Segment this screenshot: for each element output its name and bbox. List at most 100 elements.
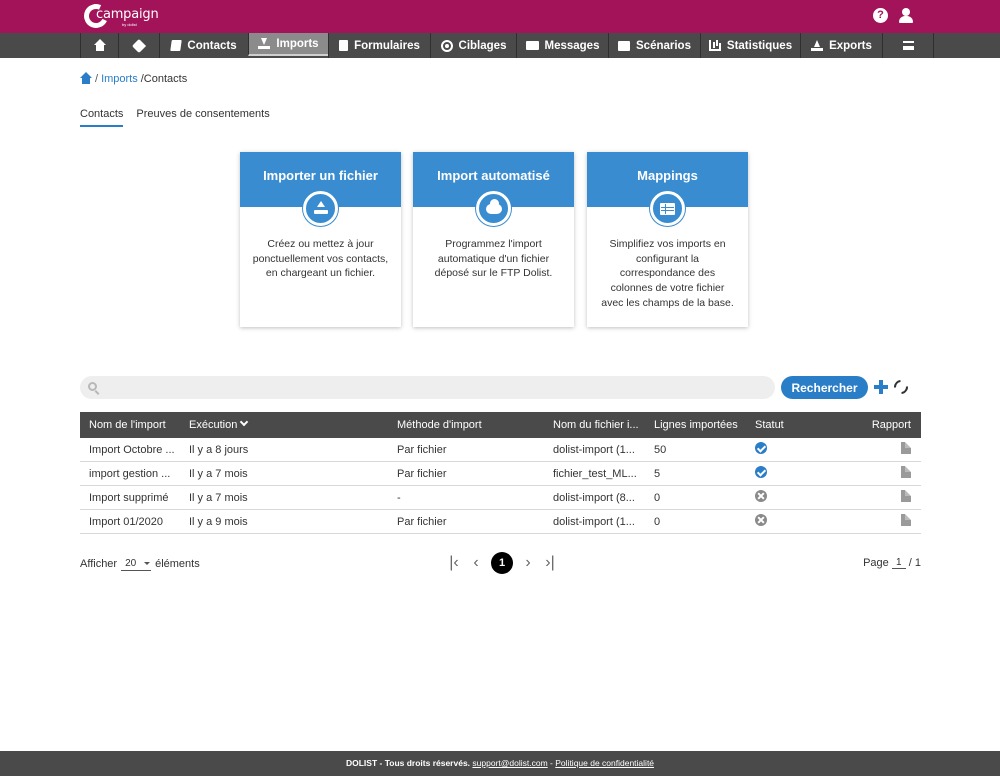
page-size-select[interactable]: 20	[121, 557, 152, 571]
page-info: Page 1 / 1	[863, 557, 921, 569]
user-icon[interactable]	[899, 8, 913, 23]
cell-method: -	[397, 491, 401, 504]
nav-item-ciblages[interactable]: Ciblages	[430, 33, 516, 58]
cell-status	[746, 490, 806, 505]
nav-item-tags[interactable]	[118, 33, 159, 58]
nav-item-statistiques[interactable]: Statistiques	[700, 33, 800, 58]
next-page-icon[interactable]: ›	[521, 554, 535, 572]
card-mappings[interactable]: Mappings Simplifiez vos imports en confi…	[587, 152, 748, 327]
chevron-down-icon	[240, 419, 249, 427]
bar-chart-icon	[708, 40, 721, 51]
home-icon[interactable]	[80, 72, 92, 84]
col-header-method[interactable]: Méthode d'import	[388, 419, 544, 431]
logo-text: campaign	[96, 7, 159, 22]
add-icon[interactable]	[874, 380, 888, 394]
upload-icon	[313, 200, 328, 215]
cloud-icon	[485, 198, 502, 214]
table-row[interactable]: Import 01/2020 Il y a 9 mois Par fichier…	[80, 510, 921, 534]
first-page-icon[interactable]: |‹	[447, 554, 461, 572]
tab-consent-proofs[interactable]: Preuves de consentements	[136, 108, 269, 127]
target-icon	[440, 39, 453, 52]
cell-file: dolist-import (8...	[553, 491, 635, 504]
col-header-exec[interactable]: Exécution	[180, 419, 388, 431]
cell-method: Par fichier	[397, 467, 447, 480]
envelope-icon	[525, 41, 539, 50]
card-icon-circle	[303, 191, 338, 226]
footer-privacy-link[interactable]: Politique de confidentialité	[555, 758, 654, 768]
cell-file: dolist-import (1...	[553, 443, 635, 456]
cell-method: Par fichier	[397, 443, 447, 456]
imports-table: Nom de l'import Exécution Méthode d'impo…	[80, 412, 921, 534]
cell-report	[806, 442, 921, 457]
col-header-name[interactable]: Nom de l'import	[80, 419, 180, 431]
x-circle-icon	[755, 490, 767, 502]
card-auto-import[interactable]: Import automatisé Programmez l'import au…	[413, 152, 574, 327]
cell-status	[746, 466, 806, 481]
breadcrumb-imports-link[interactable]: Imports	[101, 73, 138, 85]
col-header-file[interactable]: Nom du fichier i...	[544, 419, 645, 431]
footer-copyright: DOLIST - Tous droits réservés.	[345, 758, 471, 768]
breadcrumb-current: /Contacts	[140, 73, 188, 85]
table-row[interactable]: Import supprimé Il y a 7 mois - dolist-i…	[80, 486, 921, 510]
nav-item-menu[interactable]	[882, 33, 934, 58]
cell-lines: 0	[654, 515, 661, 528]
help-icon[interactable]: ?	[873, 8, 888, 23]
table-row[interactable]: import gestion ... Il y a 7 mois Par fic…	[80, 462, 921, 486]
refresh-icon[interactable]	[891, 377, 911, 397]
cell-name: Import 01/2020	[89, 515, 163, 528]
nav-item-messages[interactable]: Messages	[516, 33, 608, 58]
cell-report	[806, 514, 921, 529]
current-page[interactable]: 1	[491, 552, 513, 574]
table-row[interactable]: Import Octobre ... Il y a 8 jours Par fi…	[80, 438, 921, 462]
card-icon-circle	[476, 191, 511, 226]
cell-lines: 5	[654, 467, 661, 480]
search-button[interactable]: Rechercher	[781, 376, 868, 399]
show-label: Afficher	[80, 558, 118, 570]
nav-label-scenarios: Scénarios	[636, 39, 691, 52]
cell-exec: Il y a 7 mois	[189, 491, 248, 504]
col-header-lines[interactable]: Lignes importées	[645, 419, 746, 431]
col-header-report[interactable]: Rapport	[806, 419, 921, 431]
cell-status	[746, 514, 806, 529]
upload-icon	[811, 39, 824, 52]
campaign-logo[interactable]: campaign by dolist	[80, 0, 159, 32]
col-header-exec-label: Exécution	[189, 419, 238, 431]
col-header-status[interactable]: Statut	[746, 419, 806, 431]
home-icon	[93, 38, 106, 51]
cell-method: Par fichier	[397, 515, 447, 528]
nav-label-formulaires: Formulaires	[354, 39, 420, 52]
cell-name: import gestion ...	[89, 467, 171, 480]
nav-item-contacts[interactable]: Contacts	[159, 33, 248, 58]
file-icon[interactable]	[901, 514, 911, 526]
cell-lines: 0	[654, 491, 661, 504]
tab-contacts[interactable]: Contacts	[80, 108, 124, 127]
nav-label-imports: Imports	[276, 37, 319, 50]
tag-icon	[131, 38, 147, 53]
breadcrumb-separator: /	[95, 73, 99, 85]
prev-page-icon[interactable]: ‹	[469, 554, 483, 572]
file-icon[interactable]	[901, 466, 911, 478]
document-icon	[339, 40, 349, 51]
file-icon[interactable]	[901, 442, 911, 454]
cell-name: Import Octobre ...	[89, 443, 175, 456]
nav-item-imports[interactable]: Imports	[248, 33, 328, 56]
cell-report	[806, 466, 921, 481]
search-icon	[88, 382, 97, 391]
cell-exec: Il y a 9 mois	[189, 515, 248, 528]
nav-item-formulaires[interactable]: Formulaires	[328, 33, 430, 58]
nav-item-home[interactable]	[80, 33, 118, 58]
cell-status	[746, 442, 806, 457]
last-page-icon[interactable]: ›|	[543, 554, 557, 572]
nav-label-messages: Messages	[544, 39, 600, 52]
nav-label-contacts: Contacts	[187, 39, 237, 52]
menu-icon	[902, 41, 914, 50]
card-icon-circle	[650, 191, 685, 226]
footer-support-link[interactable]: support@dolist.com	[472, 758, 547, 768]
file-icon[interactable]	[901, 490, 911, 502]
nav-item-scenarios[interactable]: Scénarios	[608, 33, 700, 58]
page-input[interactable]: 1	[891, 557, 906, 569]
nav-item-exports[interactable]: Exports	[800, 33, 882, 58]
card-import-file[interactable]: Importer un fichier Créez ou mettez à jo…	[240, 152, 401, 327]
logo-sub: by dolist	[122, 22, 137, 27]
search-input[interactable]	[104, 379, 764, 396]
